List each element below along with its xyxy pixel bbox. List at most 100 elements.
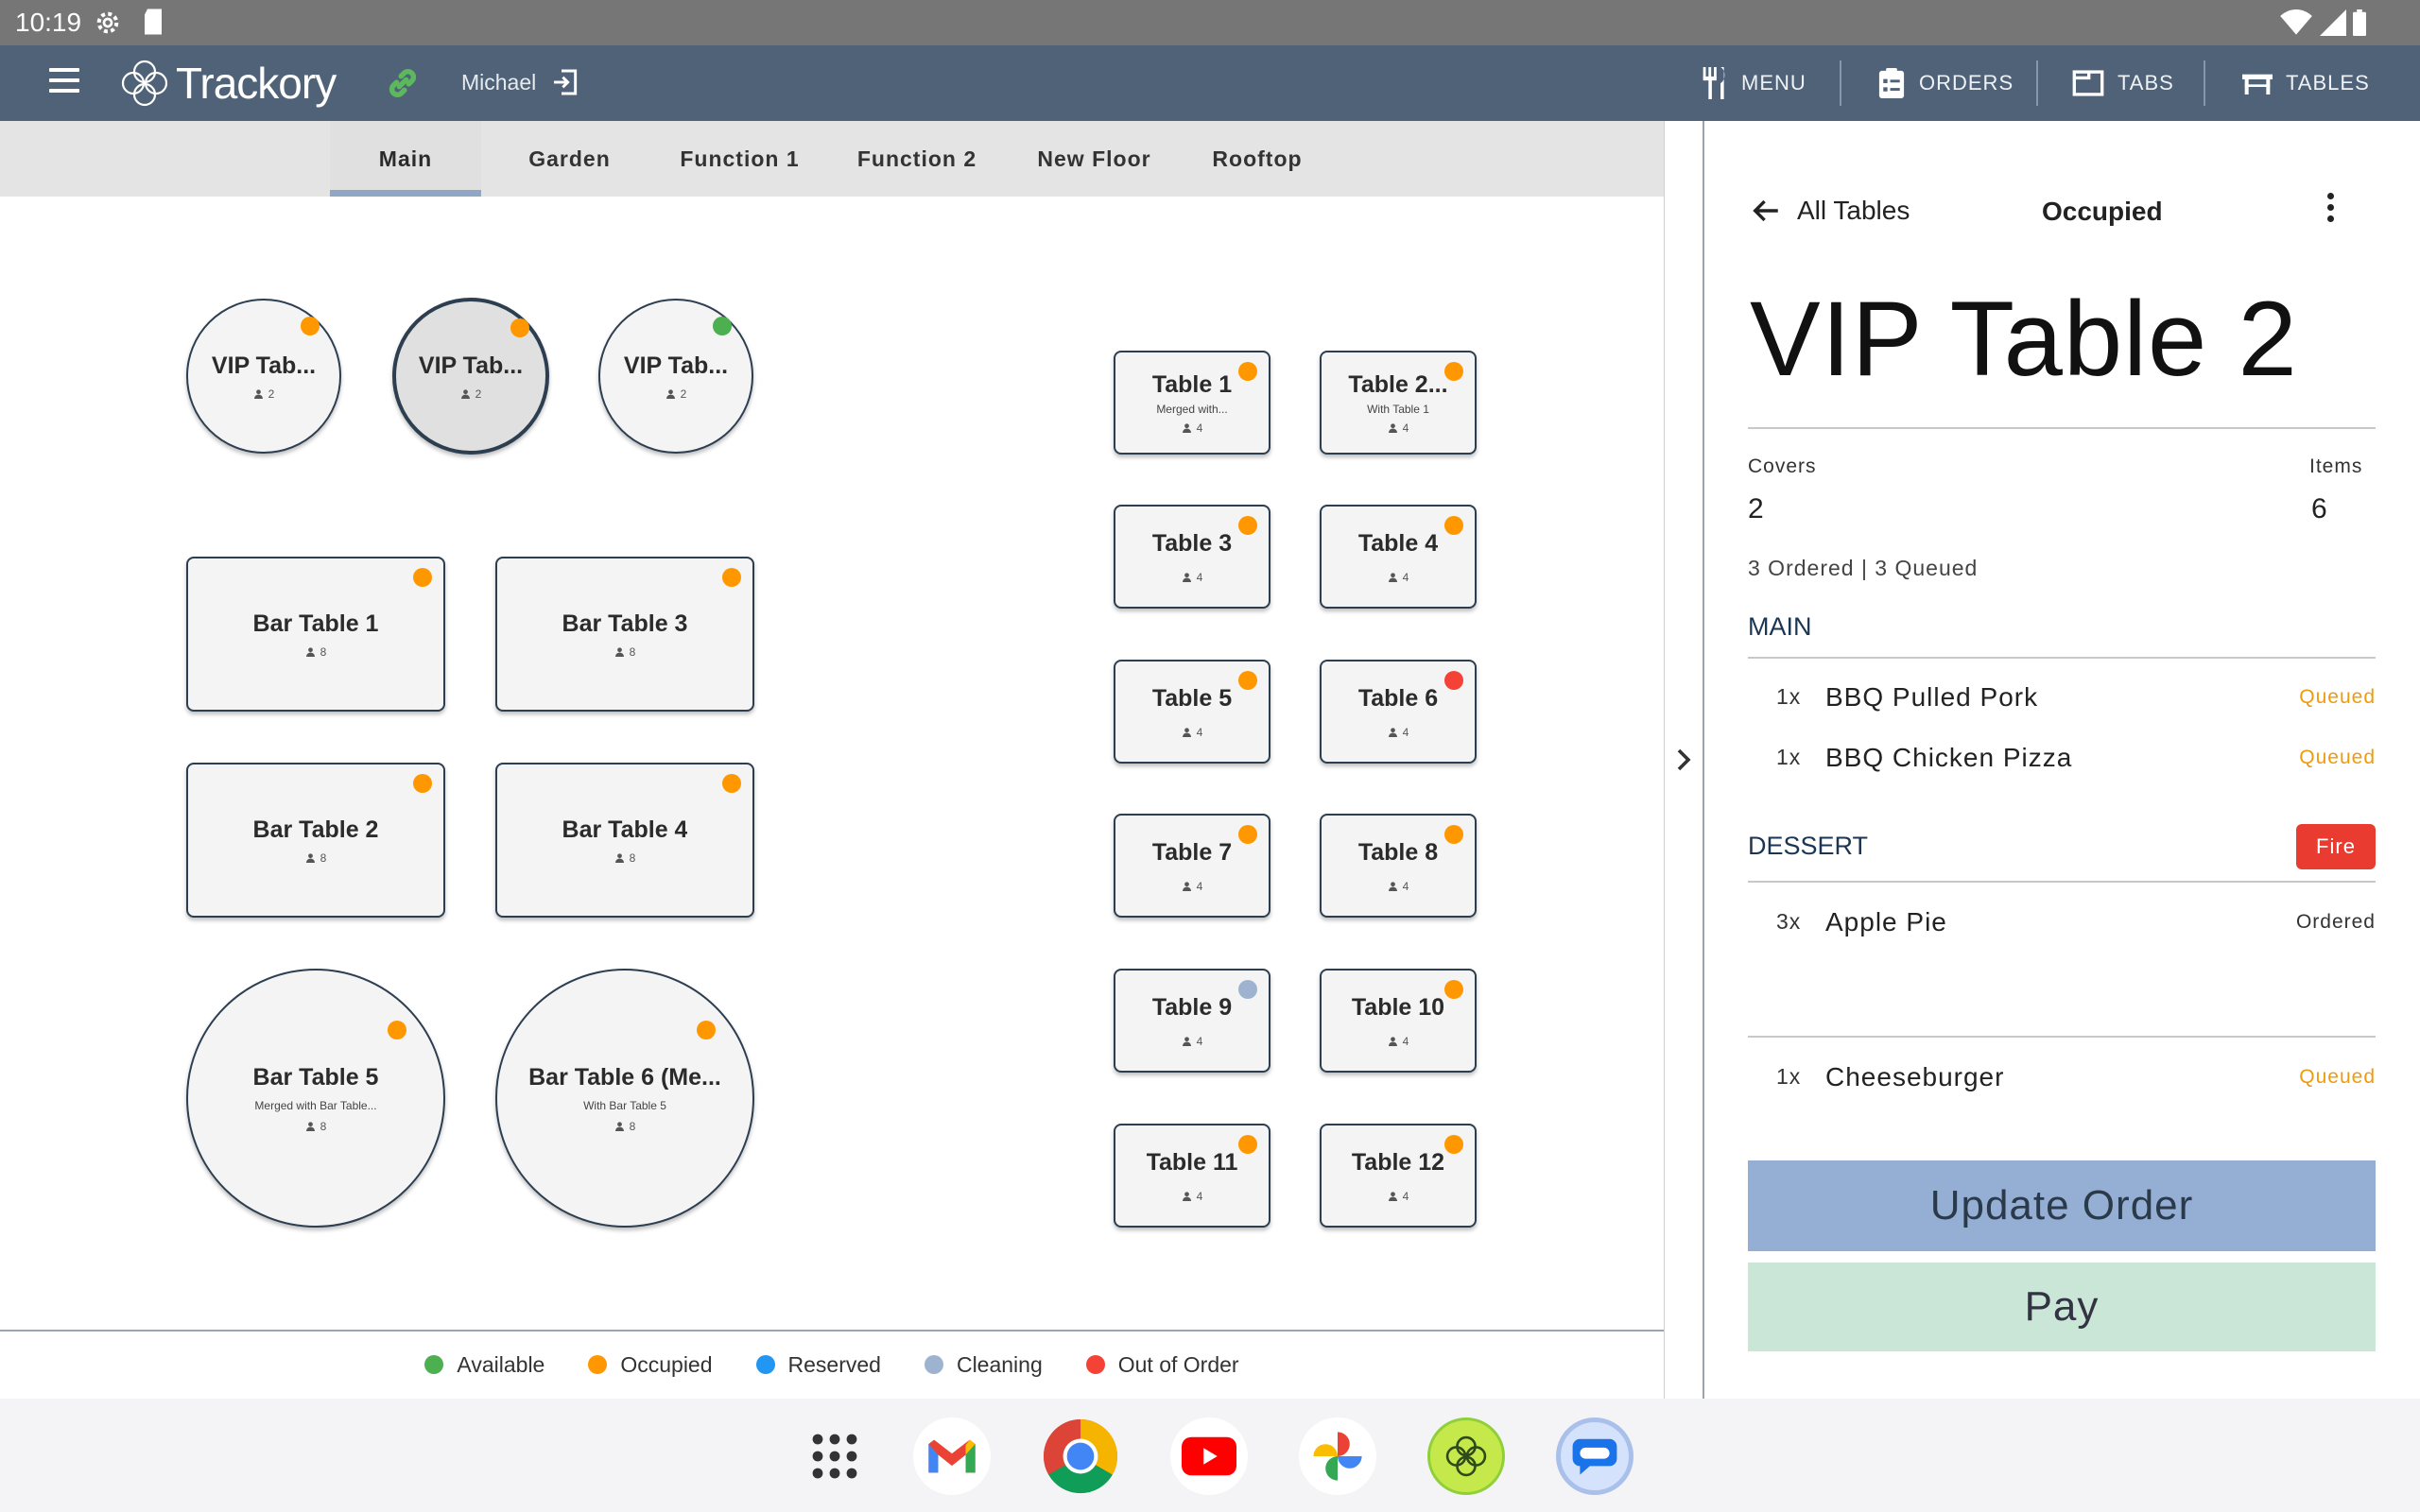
table-9[interactable]: Table 9 4 <box>1114 969 1270 1073</box>
tab-garden[interactable]: Garden <box>501 121 638 197</box>
tab-function-2[interactable]: Function 2 <box>837 121 997 197</box>
reserved-dot-icon <box>755 1355 775 1374</box>
legend-out-of-order: Out of Order <box>1085 1352 1239 1378</box>
person-icon <box>1388 727 1397 737</box>
table-11[interactable]: Table 11 4 <box>1114 1124 1270 1228</box>
capacity-count: 2 <box>268 387 275 401</box>
photos-icon[interactable] <box>1299 1418 1376 1495</box>
order-row[interactable]: 1x BBQ Chicken Pizza Queued <box>1748 739 2376 777</box>
table-4[interactable]: Table 4 4 <box>1320 505 1477 609</box>
table-capacity: 4 <box>1388 1035 1409 1048</box>
capacity-count: 8 <box>629 1119 636 1133</box>
nav-tables[interactable]: TABLES <box>2242 45 2370 121</box>
status-dot-icon <box>413 774 432 793</box>
person-icon <box>614 1121 624 1131</box>
table-bar-6[interactable]: Bar Table 6 (Me... With Bar Table 5 8 <box>495 969 754 1228</box>
table-bar-5[interactable]: Bar Table 5 Merged with Bar Table... 8 <box>186 969 445 1228</box>
more-vert-icon[interactable] <box>2325 193 2336 227</box>
status-dot-icon <box>1444 980 1463 999</box>
status-dot-icon <box>1238 825 1257 844</box>
table-bar-2[interactable]: Bar Table 2 8 <box>186 763 445 918</box>
app-drawer-icon[interactable] <box>796 1418 873 1495</box>
back-to-all-tables[interactable]: All Tables <box>1750 195 1910 227</box>
status-dot-icon <box>301 317 320 336</box>
table-name: VIP Tab... <box>418 352 524 379</box>
table-1[interactable]: Table 1 Merged with... 4 <box>1114 351 1270 455</box>
table-name: Bar Table 4 <box>562 816 688 843</box>
status-bar: 10:19 <box>0 0 2420 45</box>
nav-tabs[interactable]: TABS <box>2072 45 2174 121</box>
person-icon <box>305 852 315 863</box>
table-merge-note: With Bar Table 5 <box>583 1098 666 1112</box>
hamburger-menu-icon[interactable] <box>49 68 79 98</box>
status-dot-icon <box>1238 362 1257 381</box>
tab-function-1[interactable]: Function 1 <box>662 121 818 197</box>
nav-tabs-label: TABS <box>2118 71 2174 94</box>
table-name: Table 6 <box>1357 684 1439 712</box>
table-vip-1[interactable]: VIP Tab... 2 <box>186 299 341 454</box>
table-capacity: 8 <box>305 850 327 865</box>
table-2[interactable]: Table 2... With Table 1 4 <box>1320 351 1477 455</box>
table-6[interactable]: Table 6 4 <box>1320 660 1477 764</box>
person-icon <box>666 388 675 399</box>
order-status: Ordered <box>2295 911 2376 933</box>
logout-icon[interactable] <box>550 67 580 102</box>
tab-main[interactable]: Main <box>330 121 481 197</box>
youtube-icon[interactable] <box>1170 1418 1248 1495</box>
nav-menu[interactable]: MENU <box>1700 45 1806 121</box>
order-row[interactable]: 3x Apple Pie Ordered <box>1748 903 2376 941</box>
table-capacity: 4 <box>1182 726 1202 739</box>
cellular-signal-icon <box>2320 9 2346 41</box>
table-title: VIP Table 2 <box>1750 280 2298 398</box>
settings-gear-icon <box>93 8 123 43</box>
table-5[interactable]: Table 5 4 <box>1114 660 1270 764</box>
legend-occupied: Occupied <box>588 1352 713 1378</box>
link-icon[interactable] <box>382 62 424 109</box>
table-bar-3[interactable]: Bar Table 3 8 <box>495 557 754 712</box>
table-bar-4[interactable]: Bar Table 4 8 <box>495 763 754 918</box>
table-vip-3[interactable]: VIP Tab... 2 <box>598 299 753 454</box>
trackory-app-icon[interactable] <box>1427 1418 1505 1495</box>
tab-new-floor[interactable]: New Floor <box>1016 121 1172 197</box>
nav-menu-label: MENU <box>1741 71 1806 94</box>
messages-icon[interactable] <box>1556 1418 1634 1495</box>
capacity-count: 4 <box>1402 1034 1409 1048</box>
collapse-panel-chevron-icon[interactable] <box>1673 747 1696 773</box>
nav-orders[interactable]: ORDERS <box>1877 45 2014 121</box>
chrome-icon[interactable] <box>1042 1418 1119 1495</box>
sd-card-icon <box>142 8 164 41</box>
table-7[interactable]: Table 7 4 <box>1114 814 1270 918</box>
table-capacity: 8 <box>305 1120 326 1133</box>
table-12[interactable]: Table 12 4 <box>1320 1124 1477 1228</box>
status-dot-icon <box>413 568 432 587</box>
table-name: Table 7 <box>1151 838 1233 866</box>
order-row[interactable]: 1x BBQ Pulled Pork Queued <box>1748 679 2376 716</box>
table-3[interactable]: Table 3 4 <box>1114 505 1270 609</box>
tab-rooftop[interactable]: Rooftop <box>1186 121 1328 197</box>
table-vip-2[interactable]: VIP Tab... 2 <box>392 298 549 455</box>
trackory-logo-icon <box>121 60 168 107</box>
table-8[interactable]: Table 8 4 <box>1320 814 1477 918</box>
gmail-icon[interactable] <box>913 1418 991 1495</box>
table-capacity: 4 <box>1388 571 1409 584</box>
order-item-name: Cheeseburger <box>1825 1062 2005 1091</box>
battery-icon <box>2352 9 2367 41</box>
back-label: All Tables <box>1797 196 1910 225</box>
update-order-button[interactable]: Update Order <box>1748 1160 2376 1251</box>
table-merge-note: Merged with Bar Table... <box>254 1098 377 1112</box>
person-icon <box>1388 881 1397 891</box>
divider <box>1748 881 2376 883</box>
fire-button[interactable]: Fire <box>2296 824 2376 869</box>
order-row[interactable]: 1x Cheeseburger Queued <box>1748 1058 2376 1096</box>
table-bar-1[interactable]: Bar Table 1 8 <box>186 557 445 712</box>
person-icon <box>305 1121 315 1131</box>
table-status: Occupied <box>2042 197 2163 226</box>
table-capacity: 4 <box>1182 1190 1202 1203</box>
table-10[interactable]: Table 10 4 <box>1320 969 1477 1073</box>
person-icon <box>1388 1191 1397 1201</box>
capacity-count: 8 <box>320 850 327 865</box>
taskbar-dock <box>0 1399 2420 1512</box>
nav-divider <box>2204 60 2205 106</box>
clock: 10:19 <box>15 8 82 37</box>
pay-button[interactable]: Pay <box>1748 1263 2376 1351</box>
